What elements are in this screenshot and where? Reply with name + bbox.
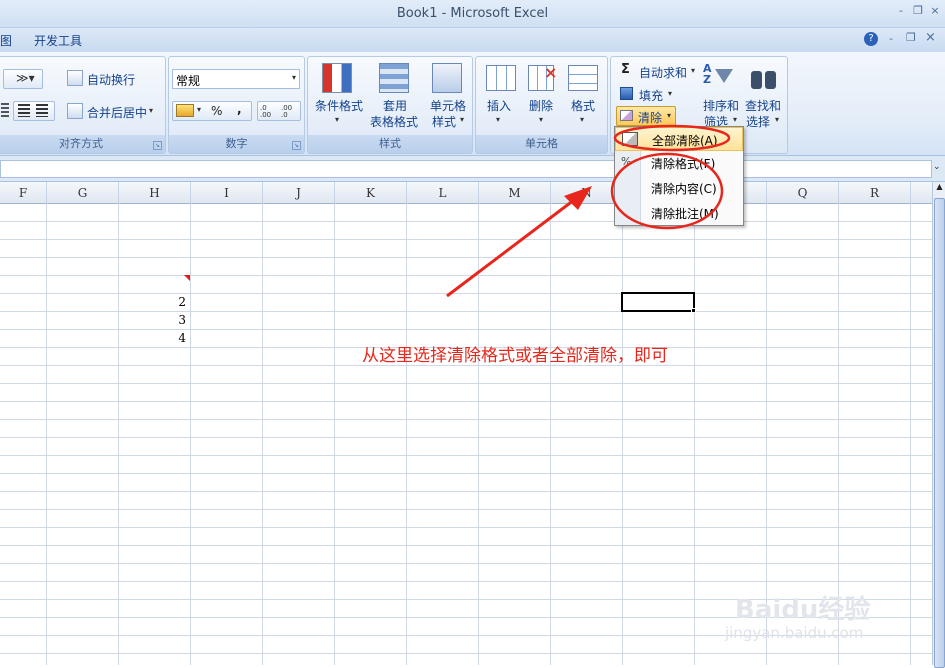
annotation-circle-options (610, 152, 724, 230)
annotation-circle-clear-all (613, 124, 731, 152)
annotation-circles (610, 124, 731, 230)
